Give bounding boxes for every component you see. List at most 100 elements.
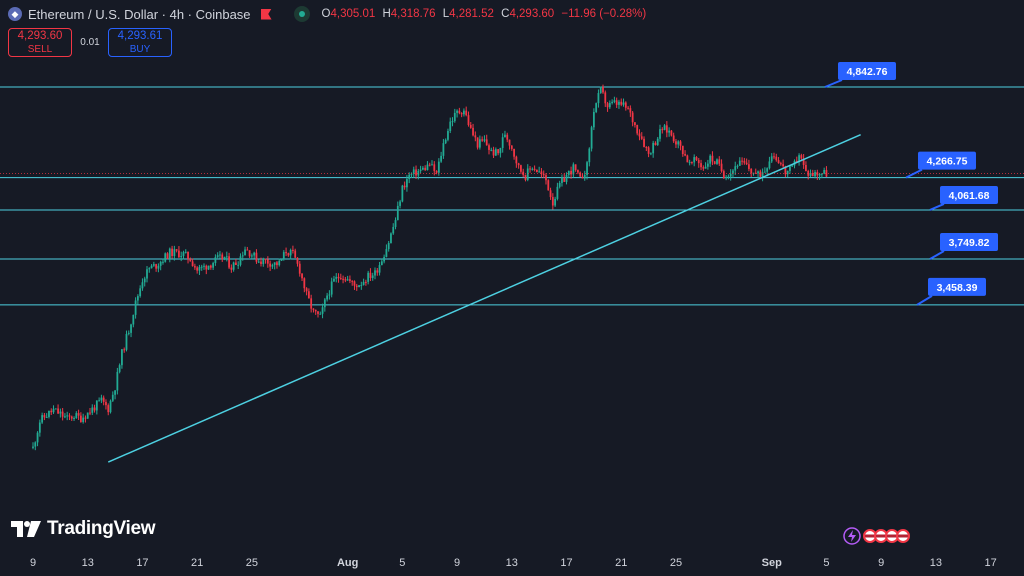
candle-body <box>695 157 698 161</box>
candle-body <box>303 278 306 289</box>
candle-body <box>32 446 34 448</box>
candle-body <box>608 102 611 108</box>
candle-body <box>371 275 374 278</box>
symbol-legend: ◆ Ethereum / U.S. Dollar · 4h · Coinbase… <box>8 5 650 23</box>
candle-body <box>572 164 575 175</box>
candle-body <box>665 125 668 133</box>
candle-body <box>127 332 130 334</box>
candle-body <box>431 164 433 166</box>
sell-button[interactable]: 4,293.60 SELL <box>8 28 72 57</box>
symbol-title[interactable]: Ethereum / U.S. Dollar · 4h · Coinbase <box>28 7 251 22</box>
economic-events[interactable] <box>843 527 910 545</box>
candle-body <box>150 265 153 269</box>
candle-body <box>670 130 673 136</box>
candle-body <box>590 127 593 149</box>
candle-body <box>255 252 258 262</box>
candle-body <box>488 145 490 150</box>
candle-body <box>757 171 759 174</box>
candle-body <box>472 127 474 136</box>
candle-body <box>777 160 780 164</box>
candle-body <box>193 266 196 268</box>
candle-body <box>367 272 370 282</box>
flag-icon[interactable] <box>260 8 272 20</box>
candle-body <box>89 412 91 414</box>
candle-body <box>111 394 114 401</box>
candle-body <box>720 163 723 172</box>
candle-body <box>659 129 661 139</box>
candle-body <box>538 171 541 173</box>
candle-body <box>301 273 303 279</box>
candle-body <box>61 411 64 417</box>
candle-body <box>668 130 671 133</box>
candle-body <box>725 176 728 179</box>
low-value: 4,281.52 <box>449 8 494 20</box>
candle-body <box>189 259 192 262</box>
candle-body <box>588 148 591 163</box>
candle-body <box>241 255 244 257</box>
candle-body <box>221 254 224 260</box>
candle-body <box>736 165 739 167</box>
x-tick-label: 25 <box>246 557 258 569</box>
candle-body <box>38 422 41 433</box>
candle-body <box>141 282 144 289</box>
candle-body <box>287 253 290 256</box>
candle-body <box>542 173 545 176</box>
level-callout-4[interactable]: 3,458.39 <box>916 277 986 306</box>
candle-body <box>184 251 187 253</box>
ohlc-values: O4,305.01 H4,318.76 L4,281.52 C4,293.60 … <box>321 8 647 20</box>
candle-body <box>734 166 737 171</box>
candle-body <box>490 149 493 151</box>
candle-body <box>481 139 484 141</box>
level-callout-0[interactable]: 4,842.76 <box>824 62 896 88</box>
candle-body <box>116 371 119 391</box>
tradingview-logo[interactable]: TradingView <box>11 518 156 540</box>
candle-body <box>77 413 80 416</box>
trendline[interactable] <box>107 133 861 463</box>
market-status-icon[interactable] <box>293 6 310 22</box>
candle-body <box>508 139 511 146</box>
candle-body <box>285 252 287 254</box>
candle-body <box>100 397 103 401</box>
candle-body <box>679 141 682 146</box>
candle-body <box>583 174 586 179</box>
candle-body <box>545 175 547 181</box>
candle-body <box>613 100 616 102</box>
x-tick-label: 13 <box>506 557 518 569</box>
candle-body <box>253 252 256 256</box>
candle-body <box>383 256 386 262</box>
ethereum-icon: ◆ <box>8 7 22 21</box>
candle-body <box>86 412 89 419</box>
candle-body <box>84 417 87 419</box>
candle-body <box>675 141 677 145</box>
candle-body <box>718 159 721 164</box>
candle-body <box>235 262 237 266</box>
candle-body <box>823 169 826 174</box>
candle-body <box>408 174 411 180</box>
level-callout-2[interactable]: 4,061.68 <box>929 185 998 211</box>
x-tick-label: 17 <box>136 557 148 569</box>
candle-body <box>132 314 135 325</box>
candle-body <box>551 197 554 206</box>
level-callout-1[interactable]: 4,266.75 <box>905 151 976 179</box>
x-tick-label: Sep <box>762 557 782 569</box>
buy-button[interactable]: 4,293.61 BUY <box>108 28 172 57</box>
candle-body <box>748 164 750 169</box>
price-chart[interactable]: 4,842.76 4,266.75 4,061.68 3,749.82 3,458.39… <box>0 0 1024 576</box>
change-value: −11.96 (−0.28%) <box>561 8 647 20</box>
candle-body <box>595 103 598 113</box>
candle-body <box>463 110 465 115</box>
level-callout-3[interactable]: 3,749.82 <box>929 233 998 260</box>
candle-body <box>59 411 62 414</box>
candlesticks <box>32 84 828 451</box>
candle-body <box>691 162 693 164</box>
candle-body <box>50 410 53 413</box>
candle-body <box>456 110 458 113</box>
open-value: 4,305.01 <box>330 8 376 20</box>
candle-body <box>501 137 504 148</box>
candle-body <box>143 278 146 283</box>
candle-body <box>319 313 322 315</box>
x-tick-label: 5 <box>399 557 405 569</box>
candle-body <box>483 139 486 141</box>
level-label-3: 3,749.82 <box>949 237 990 249</box>
candle-body <box>168 248 171 259</box>
